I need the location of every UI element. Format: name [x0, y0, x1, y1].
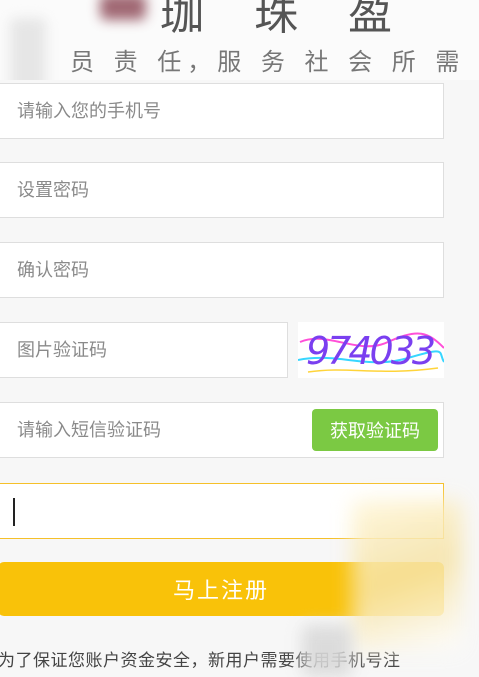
blurred-overlay — [302, 625, 352, 677]
captcha-image[interactable]: 974033 — [298, 322, 444, 378]
brand-title: 珈 珠 盈 — [160, 0, 410, 40]
blurred-overlay — [352, 500, 462, 650]
blurred-overlay — [10, 18, 46, 80]
confirm-password-field[interactable] — [0, 242, 444, 298]
phone-input[interactable] — [0, 84, 443, 138]
password-field[interactable] — [0, 162, 444, 218]
captcha-field[interactable] — [0, 322, 288, 378]
blurred-overlay — [100, 0, 146, 20]
captcha-input[interactable] — [0, 323, 287, 377]
password-input[interactable] — [0, 163, 443, 217]
text-cursor — [13, 498, 15, 526]
app-header: 珈 珠 盈 员 责 任，服 务 社 会 所 需 — [0, 0, 479, 80]
get-code-button[interactable]: 获取验证码 — [312, 409, 438, 451]
confirm-password-input[interactable] — [0, 243, 443, 297]
brand-slogan: 员 责 任，服 务 社 会 所 需 — [70, 48, 466, 76]
phone-field[interactable] — [0, 83, 444, 139]
captcha-graphic: 974033 — [298, 329, 444, 373]
captcha-text: 974033 — [306, 329, 434, 373]
